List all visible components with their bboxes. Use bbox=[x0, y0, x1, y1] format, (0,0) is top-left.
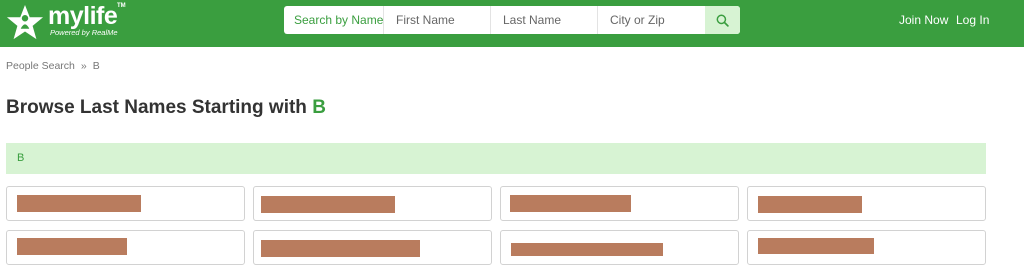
page-title-text: Browse Last Names Starting with bbox=[6, 97, 313, 118]
name-card[interactable] bbox=[500, 186, 739, 221]
first-name-input[interactable] bbox=[384, 6, 491, 34]
redacted-name bbox=[511, 243, 663, 256]
search-button[interactable] bbox=[705, 6, 740, 34]
breadcrumb-separator: » bbox=[80, 60, 87, 72]
name-card[interactable] bbox=[253, 230, 492, 265]
redacted-name bbox=[17, 238, 127, 255]
page-title-letter: B bbox=[312, 97, 326, 118]
log-in-link[interactable]: Log In bbox=[956, 13, 989, 27]
name-card[interactable] bbox=[6, 186, 245, 221]
breadcrumb: People Search » B bbox=[6, 60, 100, 72]
redacted-name bbox=[261, 196, 395, 213]
search-mode-selector[interactable]: Search by Name bbox=[284, 6, 384, 34]
mylife-logo[interactable]: mylife TM Powered by RealMe bbox=[6, 2, 126, 43]
city-zip-input[interactable] bbox=[598, 6, 705, 34]
search-icon bbox=[716, 14, 729, 27]
logo-tagline: Powered by RealMe bbox=[50, 28, 118, 37]
redacted-name bbox=[758, 196, 862, 213]
top-navigation-bar: mylife TM Powered by RealMe Search by Na… bbox=[0, 0, 1024, 47]
page-title: Browse Last Names Starting with B bbox=[6, 97, 326, 119]
name-card[interactable] bbox=[747, 230, 986, 265]
logo-wordmark: mylife bbox=[48, 2, 118, 30]
trademark-mark: TM bbox=[117, 3, 126, 9]
breadcrumb-people-search[interactable]: People Search bbox=[6, 60, 75, 72]
letter-section-header: B bbox=[6, 143, 986, 174]
redacted-name bbox=[758, 238, 874, 254]
redacted-name bbox=[17, 195, 141, 212]
name-card[interactable] bbox=[500, 230, 739, 265]
breadcrumb-current: B bbox=[92, 60, 100, 72]
name-card[interactable] bbox=[747, 186, 986, 221]
redacted-name bbox=[261, 240, 420, 257]
name-card[interactable] bbox=[6, 230, 245, 265]
redacted-name bbox=[510, 195, 631, 212]
name-card[interactable] bbox=[253, 186, 492, 221]
join-now-link[interactable]: Join Now bbox=[899, 13, 948, 27]
last-name-input[interactable] bbox=[491, 6, 598, 34]
search-bar: Search by Name bbox=[284, 6, 740, 34]
section-letter: B bbox=[17, 152, 25, 164]
star-person-icon bbox=[6, 4, 44, 40]
